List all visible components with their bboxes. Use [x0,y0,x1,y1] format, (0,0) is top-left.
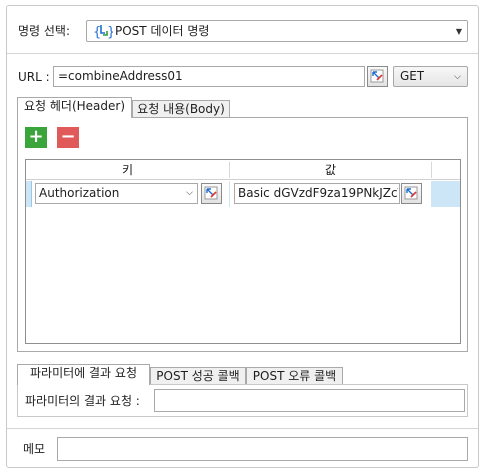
divider [7,428,478,429]
memo-input[interactable] [57,437,468,461]
memo-label: 메모 [23,442,46,456]
command-icon: { } [93,22,115,40]
picker-icon [370,69,384,83]
url-picker-button[interactable] [367,66,388,87]
tab-post-error[interactable]: POST 오류 콜백 [246,367,343,384]
row-selected-fill [431,181,460,207]
chevron-down-icon: ⌵ [186,188,193,198]
add-row-button[interactable]: + [25,127,47,148]
column-header-value: 값 [324,163,337,177]
header-value-input[interactable]: Basic dGVzdF9za19PNkJZcTd [234,183,400,204]
column-divider [431,162,432,178]
command-selected-text: POST 데이터 명령 [115,24,210,38]
tab-request-body[interactable]: 요청 내용(Body) [132,100,230,117]
url-input[interactable]: =combineAddress01 [53,66,365,87]
method-value: GET [400,69,425,83]
column-header-key: 키 [121,163,134,177]
tab-result-param[interactable]: 파라미터에 결과 요청 [17,364,150,385]
result-param-input[interactable] [154,389,465,412]
remove-row-button[interactable]: − [57,127,79,148]
svg-text:{: { [93,25,101,40]
header-value-text: Basic dGVzdF9za19PNkJZcTd [238,186,398,200]
url-value: =combineAddress01 [58,69,183,83]
header-key-select[interactable]: Authorization ⌵ [35,183,198,204]
cell-gap [229,181,230,207]
picker-icon [404,186,418,200]
url-label: URL : [18,70,50,84]
svg-text:}: } [107,25,113,40]
table-header-row: 키 값 [26,160,460,180]
tab-post-success[interactable]: POST 성공 콜백 [150,367,246,384]
value-picker-button[interactable] [401,183,422,204]
row-indicator [26,181,32,207]
method-select[interactable]: GET ⌵ [393,66,468,87]
key-picker-button[interactable] [201,183,222,204]
command-label: 명령 선택: [18,24,71,38]
header-table: 키 값 Authorization ⌵ Basic dGVzdF9za19PNk… [25,159,461,344]
command-select[interactable]: { } POST 데이터 명령 ▼ [86,20,468,42]
tab-request-header[interactable]: 요청 헤더(Header) [17,97,132,118]
chevron-down-icon: ⌵ [454,72,461,82]
result-param-label: 파라미터의 결과 요청 : [25,394,140,408]
table-row[interactable]: Authorization ⌵ Basic dGVzdF9za19PNkJZcT… [26,181,460,207]
header-key-value: Authorization [39,186,120,200]
divider [7,53,478,54]
chevron-down-icon: ▼ [455,27,462,36]
picker-icon [204,186,218,200]
